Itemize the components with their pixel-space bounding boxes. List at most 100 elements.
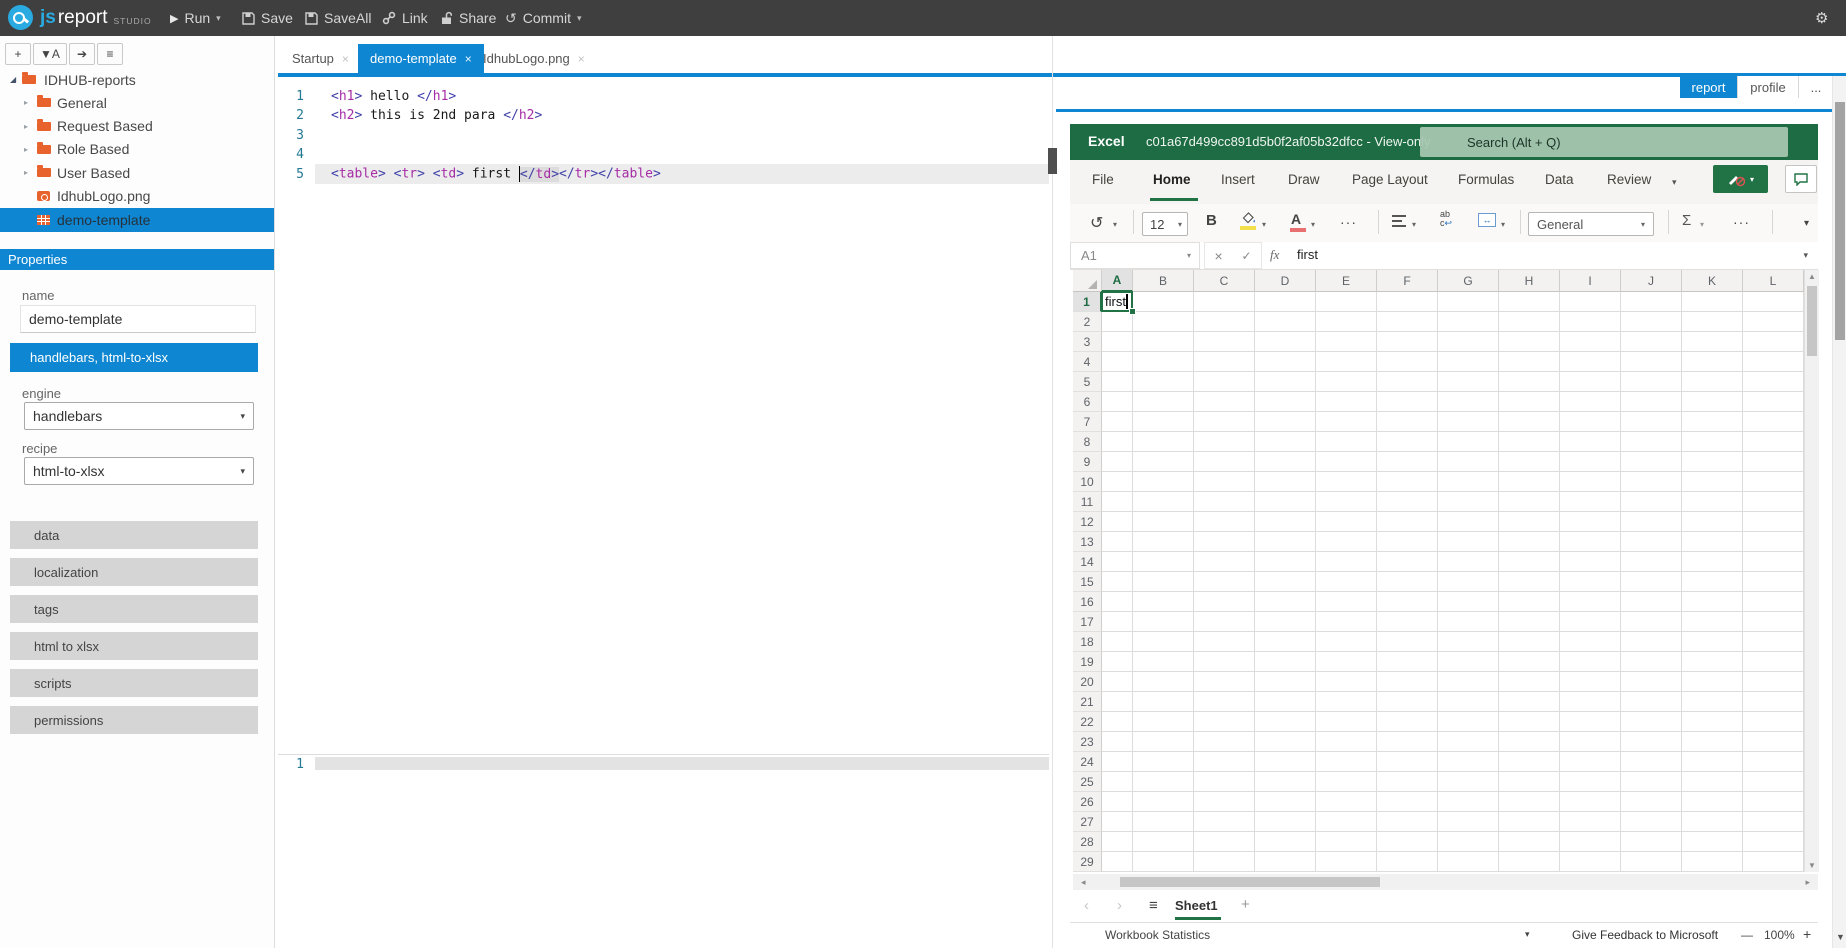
cell-L1[interactable] — [1743, 292, 1804, 312]
cell-H3[interactable] — [1499, 332, 1560, 352]
cell-G16[interactable] — [1438, 592, 1499, 612]
cell-B27[interactable] — [1133, 812, 1194, 832]
cell-L17[interactable] — [1743, 612, 1804, 632]
cell-C7[interactable] — [1194, 412, 1255, 432]
cell-C28[interactable] — [1194, 832, 1255, 852]
cell-G18[interactable] — [1438, 632, 1499, 652]
cell-I23[interactable] — [1560, 732, 1621, 752]
cell-C5[interactable] — [1194, 372, 1255, 392]
formula-input[interactable]: first — [1297, 247, 1318, 262]
section-html-to-xlsx[interactable]: html to xlsx — [10, 632, 258, 660]
cell-I26[interactable] — [1560, 792, 1621, 812]
cell-K13[interactable] — [1682, 532, 1743, 552]
column-header-K[interactable]: K — [1682, 270, 1743, 292]
cell-C1[interactable] — [1194, 292, 1255, 312]
section-data[interactable]: data — [10, 521, 258, 549]
cell-I18[interactable] — [1560, 632, 1621, 652]
fill-color-button[interactable] — [1240, 210, 1256, 224]
cell-E18[interactable] — [1316, 632, 1377, 652]
cell-B26[interactable] — [1133, 792, 1194, 812]
row-header-7[interactable]: 7 — [1073, 412, 1102, 432]
cell-K7[interactable] — [1682, 412, 1743, 432]
section-tags[interactable]: tags — [10, 595, 258, 623]
cell-F15[interactable] — [1377, 572, 1438, 592]
cell-C11[interactable] — [1194, 492, 1255, 512]
cell-D10[interactable] — [1255, 472, 1316, 492]
cell-B13[interactable] — [1133, 532, 1194, 552]
autosum-chevron-icon[interactable]: ▾ — [1700, 220, 1704, 229]
cell-F29[interactable] — [1377, 852, 1438, 872]
all-sheets-menu-icon[interactable]: ≡ — [1149, 897, 1158, 914]
cell-G17[interactable] — [1438, 612, 1499, 632]
cell-J20[interactable] — [1621, 672, 1682, 692]
tree-item-role-based[interactable]: ▸Role Based — [0, 138, 274, 161]
cell-J12[interactable] — [1621, 512, 1682, 532]
cell-I7[interactable] — [1560, 412, 1621, 432]
cell-E2[interactable] — [1316, 312, 1377, 332]
cell-L24[interactable] — [1743, 752, 1804, 772]
cell-I22[interactable] — [1560, 712, 1621, 732]
cell-E11[interactable] — [1316, 492, 1377, 512]
cell-J11[interactable] — [1621, 492, 1682, 512]
caret-closed-icon[interactable]: ▸ — [24, 122, 28, 131]
cell-L10[interactable] — [1743, 472, 1804, 492]
cell-C6[interactable] — [1194, 392, 1255, 412]
cell-E13[interactable] — [1316, 532, 1377, 552]
helper-pane-scrollbar[interactable] — [315, 757, 1049, 770]
settings-button[interactable]: ⚙ — [1815, 0, 1828, 36]
cell-D4[interactable] — [1255, 352, 1316, 372]
explorer-add-button[interactable]: + — [5, 43, 31, 65]
cell-F8[interactable] — [1377, 432, 1438, 452]
cell-K23[interactable] — [1682, 732, 1743, 752]
cell-A27[interactable] — [1102, 812, 1133, 832]
cell-K15[interactable] — [1682, 572, 1743, 592]
row-header-13[interactable]: 13 — [1073, 532, 1102, 552]
cell-B10[interactable] — [1133, 472, 1194, 492]
cell-G12[interactable] — [1438, 512, 1499, 532]
cell-E24[interactable] — [1316, 752, 1377, 772]
cell-A10[interactable] — [1102, 472, 1133, 492]
fill-color-chevron-icon[interactable]: ▾ — [1262, 220, 1266, 229]
cell-C12[interactable] — [1194, 512, 1255, 532]
close-icon[interactable]: × — [465, 52, 472, 66]
cell-K12[interactable] — [1682, 512, 1743, 532]
cell-I13[interactable] — [1560, 532, 1621, 552]
caret-closed-icon[interactable]: ▸ — [24, 98, 28, 107]
cell-K16[interactable] — [1682, 592, 1743, 612]
cell-H7[interactable] — [1499, 412, 1560, 432]
cell-L20[interactable] — [1743, 672, 1804, 692]
cell-A4[interactable] — [1102, 352, 1133, 372]
cell-H8[interactable] — [1499, 432, 1560, 452]
cell-B1[interactable] — [1133, 292, 1194, 312]
cell-I9[interactable] — [1560, 452, 1621, 472]
merge-cells-button[interactable]: ↔ — [1478, 213, 1496, 227]
cell-G23[interactable] — [1438, 732, 1499, 752]
share-button[interactable]: Share — [440, 0, 496, 36]
preview-scrollbar-thumb[interactable] — [1835, 102, 1845, 340]
tree-item-user-based[interactable]: ▸User Based — [0, 161, 274, 184]
cell-B28[interactable] — [1133, 832, 1194, 852]
comments-button[interactable] — [1785, 165, 1817, 193]
cell-G6[interactable] — [1438, 392, 1499, 412]
cell-L23[interactable] — [1743, 732, 1804, 752]
sheet-next-icon[interactable]: › — [1117, 897, 1122, 914]
section-localization[interactable]: localization — [10, 558, 258, 586]
cell-L11[interactable] — [1743, 492, 1804, 512]
cell-B17[interactable] — [1133, 612, 1194, 632]
cell-D9[interactable] — [1255, 452, 1316, 472]
cell-C17[interactable] — [1194, 612, 1255, 632]
cell-A20[interactable] — [1102, 672, 1133, 692]
cell-H23[interactable] — [1499, 732, 1560, 752]
cell-I11[interactable] — [1560, 492, 1621, 512]
cell-H22[interactable] — [1499, 712, 1560, 732]
cell-H20[interactable] — [1499, 672, 1560, 692]
cell-B14[interactable] — [1133, 552, 1194, 572]
cell-I25[interactable] — [1560, 772, 1621, 792]
cell-C15[interactable] — [1194, 572, 1255, 592]
ribbon-tab-draw[interactable]: Draw — [1288, 172, 1320, 187]
cell-H12[interactable] — [1499, 512, 1560, 532]
alignment-button[interactable] — [1392, 215, 1406, 227]
grid-vscrollbar-thumb[interactable] — [1807, 286, 1817, 356]
cell-B2[interactable] — [1133, 312, 1194, 332]
explorer-filter-button[interactable]: ▼A — [33, 43, 67, 65]
